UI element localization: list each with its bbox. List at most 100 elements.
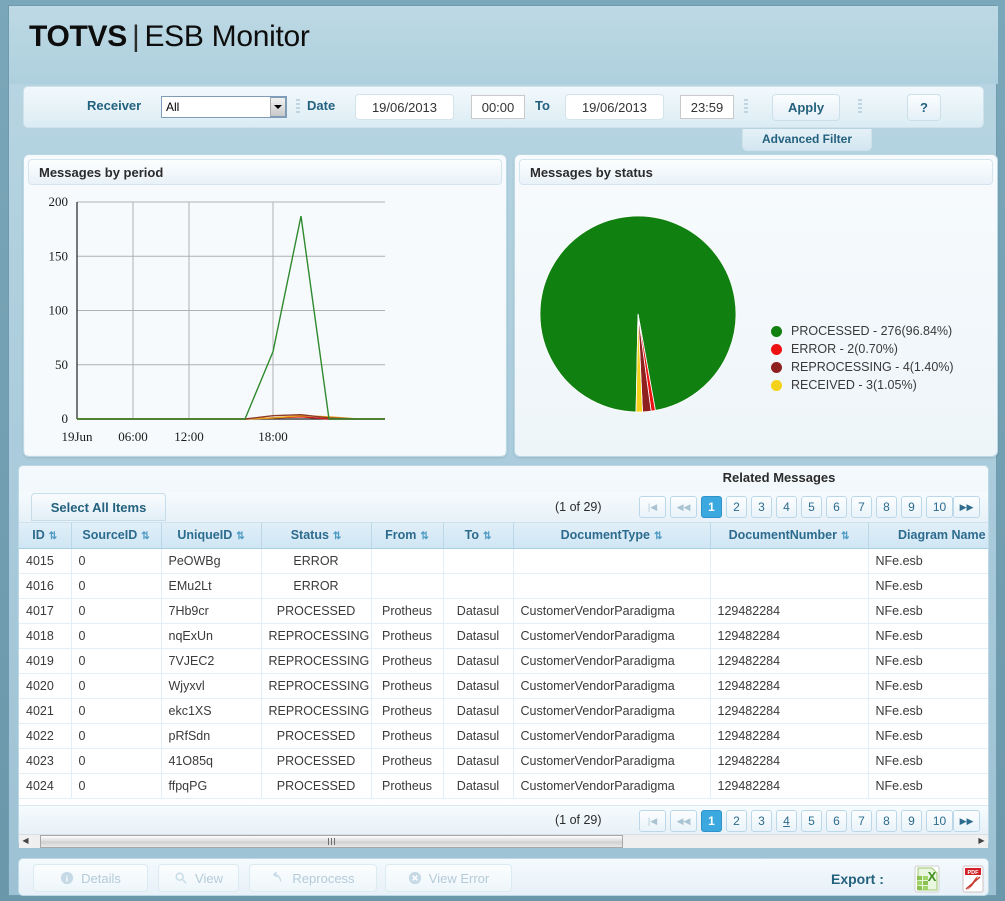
pager-page-1[interactable]: 1	[701, 810, 722, 832]
table-row[interactable]: 4016 0 EMu2Lt ERROR NFe.esb	[19, 573, 988, 599]
sort-arrows-icon[interactable]: ⇅	[654, 531, 662, 542]
pager-last-button[interactable]: ▶▶	[953, 496, 980, 518]
pager-page-5[interactable]: 5	[801, 496, 822, 518]
view-button[interactable]: View	[158, 864, 239, 892]
select-all-items-button[interactable]: Select All Items	[31, 493, 166, 521]
export-excel-icon[interactable]: X	[912, 865, 942, 893]
pager-page-9[interactable]: 9	[901, 496, 922, 518]
scrollbar-thumb[interactable]	[40, 834, 623, 848]
cell-diagram: NFe.esb	[868, 773, 988, 799]
column-header-label: DocumentNumber	[728, 528, 837, 543]
table-row[interactable]: 4022 0 pRfSdn PROCESSED Protheus Datasul Custo…	[19, 723, 988, 749]
pager-page-2[interactable]: 2	[726, 810, 747, 832]
scrollbar-track[interactable]	[32, 834, 975, 848]
pager-page-3[interactable]: 3	[751, 810, 772, 832]
legend-label: REPROCESSING - 4(1.40%)	[791, 360, 954, 374]
error-circle-icon	[408, 871, 421, 885]
column-header-label: SourceID	[82, 528, 138, 543]
receiver-select[interactable]	[161, 96, 287, 118]
table-row[interactable]: 4015 0 PeOWBg ERROR NFe.esb	[19, 548, 988, 574]
table-row[interactable]: 4020 0 Wjyxvl REPROCESSING Protheus Datasul Cu…	[19, 673, 988, 699]
export-pdf-icon[interactable]: PDF	[960, 865, 986, 893]
cell-diagram: NFe.esb	[868, 573, 988, 599]
sort-arrows-icon[interactable]: ⇅	[483, 531, 491, 542]
date-to-input[interactable]	[565, 94, 664, 120]
scroll-right-arrow-icon[interactable]: ▶	[975, 834, 988, 848]
pager-page-8[interactable]: 8	[876, 496, 897, 518]
pager-first-button[interactable]: |◀	[639, 810, 666, 832]
messages-by-period-body: 0 50 100 150 200 19Jun 06:00 12:00 18:00	[25, 189, 505, 455]
details-button[interactable]: i Details	[33, 864, 148, 892]
sort-arrows-icon[interactable]: ⇅	[333, 531, 341, 542]
pager-page-10[interactable]: 10	[926, 810, 953, 832]
filter-grip-3	[858, 99, 862, 115]
table-row[interactable]: 4018 0 nqExUn REPROCESSING Protheus Datasul Cu…	[19, 623, 988, 649]
info-icon: i	[61, 871, 74, 885]
pager-page-6[interactable]: 6	[826, 810, 847, 832]
column-header-sourceid[interactable]: SourceID ⇅	[71, 523, 162, 549]
sort-arrows-icon[interactable]: ⇅	[420, 531, 428, 542]
pager-page-10[interactable]: 10	[926, 496, 953, 518]
pager-page-7[interactable]: 7	[851, 496, 872, 518]
cell-status: REPROCESSING	[261, 648, 372, 674]
pager-last-button[interactable]: ▶▶	[953, 810, 980, 832]
cell-sourceid: 0	[71, 773, 162, 799]
cell-uniqueid: EMu2Lt	[161, 573, 262, 599]
sort-arrows-icon[interactable]: ⇅	[236, 531, 244, 542]
column-header-status[interactable]: Status ⇅	[261, 523, 372, 549]
pager-page-7[interactable]: 7	[851, 810, 872, 832]
cell-from: Protheus	[371, 723, 444, 749]
date-from-input[interactable]	[355, 94, 454, 120]
scroll-left-arrow-icon[interactable]: ◀	[19, 834, 32, 848]
column-header-documenttype[interactable]: DocumentType ⇅	[513, 523, 711, 549]
cell-sourceid: 0	[71, 723, 162, 749]
pager-page-2[interactable]: 2	[726, 496, 747, 518]
table-row[interactable]: 4023 0 41O85q PROCESSED Protheus Datasul Custo…	[19, 748, 988, 774]
help-button[interactable]: ?	[907, 94, 941, 121]
pager-page-1[interactable]: 1	[701, 496, 722, 518]
table-row[interactable]: 4024 0 ffpqPG PROCESSED Protheus Datasul Custo…	[19, 773, 988, 799]
table-row[interactable]: 4019 0 7VJEC2 REPROCESSING Protheus Datasul Cu…	[19, 648, 988, 674]
time-from-input[interactable]	[471, 95, 525, 119]
horizontal-scrollbar[interactable]: ◀ ▶	[19, 834, 988, 848]
column-header-diagram-name[interactable]: Diagram Name⇅	[868, 523, 988, 549]
cell-id: 4024	[19, 773, 72, 799]
chevron-down-icon[interactable]	[270, 97, 286, 117]
sort-arrows-icon[interactable]: ⇅	[49, 531, 57, 542]
pager-page-5[interactable]: 5	[801, 810, 822, 832]
pager-page-9[interactable]: 9	[901, 810, 922, 832]
column-header-label: To	[464, 528, 479, 543]
column-header-label: ID	[32, 528, 45, 543]
advanced-filter-tab[interactable]: Advanced Filter	[742, 129, 872, 151]
pager-page-4[interactable]: 4	[776, 496, 797, 518]
pager-first-button[interactable]: |◀	[639, 496, 666, 518]
apply-button[interactable]: Apply	[772, 94, 840, 121]
cell-uniqueid: 7VJEC2	[161, 648, 262, 674]
pager-prev-button[interactable]: ◀◀	[670, 810, 697, 832]
messages-table-scroll[interactable]: ID ⇅ SourceID ⇅ UniqueID ⇅ Status ⇅ From ⇅ To ⇅ Docu…	[19, 523, 988, 805]
svg-text:06:00: 06:00	[118, 429, 148, 444]
column-header-id[interactable]: ID ⇅	[19, 523, 72, 549]
sort-arrows-icon[interactable]: ⇅	[841, 531, 849, 542]
cell-doctype: CustomerVendorParadigma	[513, 648, 711, 674]
column-header-to[interactable]: To ⇅	[443, 523, 514, 549]
time-to-input[interactable]	[680, 95, 734, 119]
pager-page-6[interactable]: 6	[826, 496, 847, 518]
column-header-documentnumber[interactable]: DocumentNumber ⇅	[710, 523, 869, 549]
pager-page-8[interactable]: 8	[876, 810, 897, 832]
pager-prev-button[interactable]: ◀◀	[670, 496, 697, 518]
cell-status: REPROCESSING	[261, 673, 372, 699]
cell-from: Protheus	[371, 598, 444, 624]
reprocess-button[interactable]: Reprocess	[249, 864, 377, 892]
sort-arrows-icon[interactable]: ⇅	[141, 531, 149, 542]
column-header-from[interactable]: From ⇅	[371, 523, 444, 549]
column-header-uniqueid[interactable]: UniqueID ⇅	[161, 523, 262, 549]
cell-docnumber: 129482284	[710, 623, 869, 649]
messages-table: ID ⇅ SourceID ⇅ UniqueID ⇅ Status ⇅ From ⇅ To ⇅ Docu…	[19, 523, 988, 799]
table-row[interactable]: 4017 0 7Hb9cr PROCESSED Protheus Datasul Custo…	[19, 598, 988, 624]
pager-page-3[interactable]: 3	[751, 496, 772, 518]
cell-status: PROCESSED	[261, 723, 372, 749]
view-error-button[interactable]: View Error	[385, 864, 512, 892]
pager-page-4[interactable]: 4	[776, 810, 797, 832]
table-row[interactable]: 4021 0 ekc1XS REPROCESSING Protheus Datasul Cu…	[19, 698, 988, 724]
